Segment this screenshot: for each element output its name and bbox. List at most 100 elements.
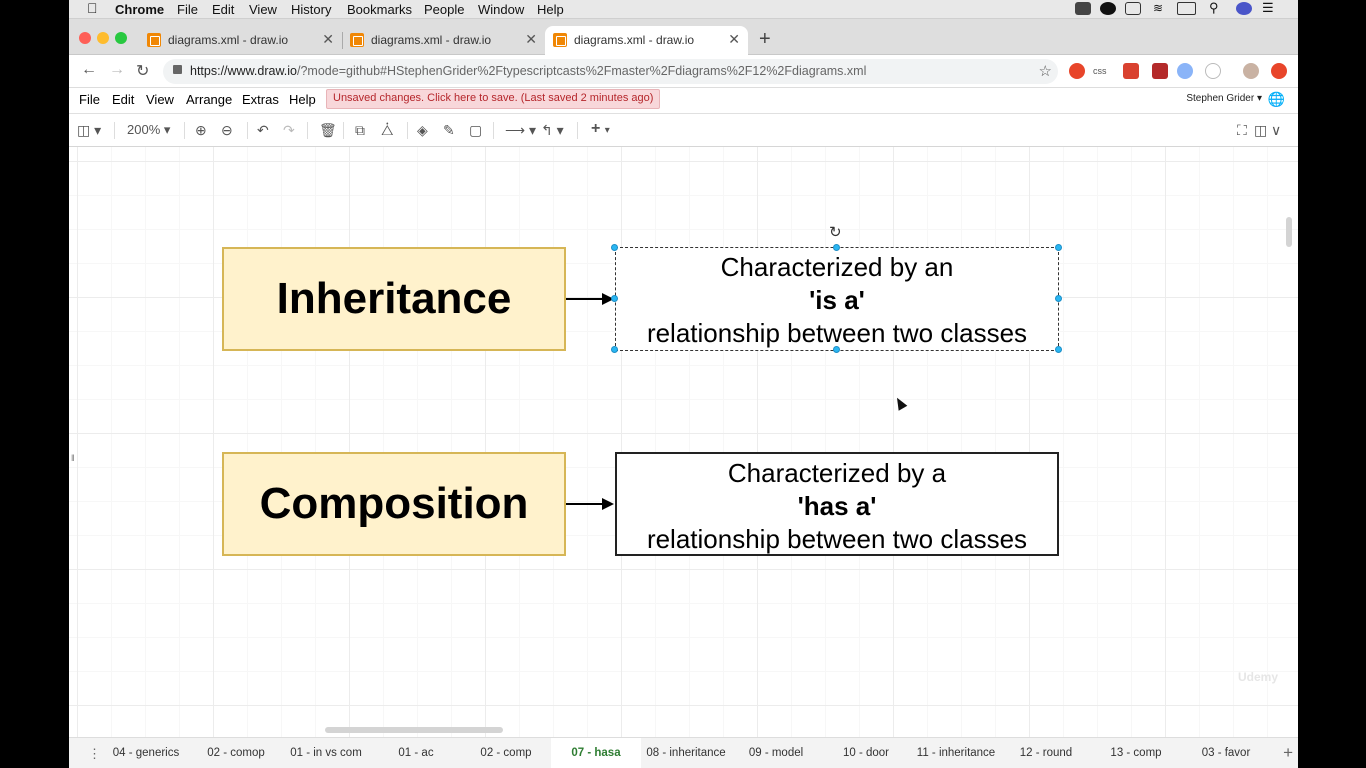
extension-icon[interactable]	[1152, 63, 1168, 79]
menu-view[interactable]: View	[146, 92, 174, 107]
close-icon[interactable]: ✕	[322, 31, 334, 48]
address-bar[interactable]: https://www.draw.io/?mode=github#HStephe…	[163, 59, 1058, 84]
zoom-select[interactable]: 200% ▾	[127, 122, 170, 138]
undo-icon[interactable]: ↶	[257, 122, 269, 139]
url-text[interactable]: https://www.draw.io/?mode=github#HStephe…	[190, 64, 866, 78]
format-panel-icon[interactable]: ◫ ▾	[77, 122, 101, 139]
apple-icon[interactable]: 	[87, 0, 98, 16]
menu-file[interactable]: File	[79, 92, 100, 107]
mac-menu-people[interactable]: People	[424, 2, 464, 17]
insert-plus-icon[interactable]: + ▾	[591, 120, 610, 138]
selection-handle[interactable]	[833, 346, 840, 353]
mac-menu-help[interactable]: Help	[537, 2, 564, 17]
mac-menu-history[interactable]: History	[291, 2, 331, 17]
forward-arrow-icon[interactable]: →	[109, 61, 125, 79]
close-icon[interactable]: ✕	[525, 31, 537, 48]
bookmark-star-icon[interactable]: ☆	[1039, 62, 1052, 80]
mac-app-name[interactable]: Chrome	[115, 2, 164, 17]
vertical-scrollbar[interactable]	[1286, 217, 1292, 247]
to-front-icon[interactable]: ⧉	[355, 122, 365, 139]
tray-app-icon[interactable]	[1075, 2, 1091, 15]
mac-menu-bookmarks[interactable]: Bookmarks	[347, 2, 412, 17]
obs-icon[interactable]	[1100, 2, 1116, 15]
wifi-icon[interactable]: ≋	[1150, 2, 1166, 15]
connection-style-icon[interactable]: ⟶ ▾	[505, 122, 536, 139]
selection-handle[interactable]	[611, 346, 618, 353]
arrow-connector[interactable]	[566, 298, 602, 300]
window-close-button[interactable]	[79, 32, 91, 44]
page-tab[interactable]: 13 - comp	[1091, 738, 1181, 768]
composition-box[interactable]: Composition	[222, 452, 566, 556]
menu-help[interactable]: Help	[289, 92, 316, 107]
glasses-icon[interactable]	[1125, 2, 1141, 15]
line-color-icon[interactable]: ✎	[443, 122, 455, 139]
resize-handle-icon[interactable]: ‖	[71, 453, 75, 463]
arrow-connector[interactable]	[566, 503, 602, 505]
back-arrow-icon[interactable]: ←	[81, 61, 97, 79]
extension-icon[interactable]	[1177, 63, 1193, 79]
shadow-icon[interactable]: ▢	[469, 122, 482, 139]
page-tab[interactable]: 01 - in vs com	[281, 738, 371, 768]
waypoints-icon[interactable]: ↰ ▾	[541, 122, 564, 139]
redo-icon[interactable]: ↷	[283, 122, 295, 139]
page-tab-active[interactable]: 07 - hasa	[551, 738, 641, 768]
page-tab[interactable]: 11 - inheritance	[911, 738, 1001, 768]
browser-tab[interactable]: diagrams.xml - draw.io ✕	[342, 26, 545, 55]
diagram-canvas[interactable]: ‖ ↻ Inheritance Characterized by an 'is …	[69, 147, 1298, 737]
delete-icon[interactable]: 🗑	[319, 122, 337, 139]
new-tab-button[interactable]: +	[759, 28, 771, 51]
selection-handle[interactable]	[1055, 346, 1062, 353]
horizontal-scrollbar[interactable]	[325, 727, 503, 733]
window-zoom-button[interactable]	[115, 32, 127, 44]
page-tab[interactable]: 12 - round	[1001, 738, 1091, 768]
extension-icon[interactable]	[1271, 63, 1287, 79]
profile-avatar[interactable]	[1243, 63, 1259, 79]
unsaved-changes-notice[interactable]: Unsaved changes. Click here to save. (La…	[326, 89, 661, 109]
page-tab[interactable]: 02 - comop	[191, 738, 281, 768]
page-tab[interactable]: 03 - favor	[1181, 738, 1271, 768]
window-minimize-button[interactable]	[97, 32, 109, 44]
extension-icon[interactable]	[1205, 63, 1221, 79]
is-a-description-box[interactable]: Characterized by an 'is a' relationship …	[615, 247, 1059, 351]
menu-arrange[interactable]: Arrange	[186, 92, 232, 107]
siri-icon[interactable]	[1236, 2, 1252, 15]
zoom-out-icon[interactable]: ⊖	[221, 122, 233, 139]
to-back-icon[interactable]: ⧊	[381, 122, 394, 139]
rotate-handle-icon[interactable]: ↻	[829, 223, 842, 241]
mac-menu-window[interactable]: Window	[478, 2, 524, 17]
page-tab[interactable]: 02 - comp	[461, 738, 551, 768]
globe-icon[interactable]: 🌐	[1268, 91, 1285, 108]
extension-icon[interactable]	[1069, 63, 1085, 79]
mac-menu-file[interactable]: File	[177, 2, 198, 17]
collapse-icon[interactable]: ∨	[1271, 122, 1281, 139]
fullscreen-icon[interactable]: ⛶	[1237, 122, 1247, 139]
page-tab[interactable]: 01 - ac	[371, 738, 461, 768]
selection-handle[interactable]	[833, 244, 840, 251]
selection-handle[interactable]	[1055, 295, 1062, 302]
browser-tab-active[interactable]: diagrams.xml - draw.io ✕	[545, 26, 748, 55]
page-tab[interactable]: 04 - generics	[101, 738, 191, 768]
reload-icon[interactable]: ↻	[136, 61, 149, 81]
mac-menu-edit[interactable]: Edit	[212, 2, 234, 17]
inheritance-box[interactable]: Inheritance	[222, 247, 566, 351]
selection-handle[interactable]	[1055, 244, 1062, 251]
menu-extras[interactable]: Extras	[242, 92, 279, 107]
menu-edit[interactable]: Edit	[112, 92, 134, 107]
browser-tab[interactable]: diagrams.xml - draw.io ✕	[139, 26, 343, 55]
close-icon[interactable]: ✕	[728, 31, 740, 48]
zoom-in-icon[interactable]: ⊕	[195, 122, 207, 139]
page-tab[interactable]: 08 - inheritance	[641, 738, 731, 768]
page-tab[interactable]: 10 - door	[821, 738, 911, 768]
extension-icon[interactable]	[1123, 63, 1139, 79]
has-a-description-box[interactable]: Characterized by a 'has a' relationship …	[615, 452, 1059, 556]
user-name[interactable]: Stephen Grider ▾	[1186, 93, 1262, 104]
format-toggle-icon[interactable]: ◫	[1254, 122, 1267, 139]
selection-handle[interactable]	[611, 244, 618, 251]
selection-handle[interactable]	[611, 295, 618, 302]
battery-icon[interactable]	[1177, 2, 1196, 15]
pages-menu-icon[interactable]: ⋮	[88, 746, 101, 762]
notification-center-icon[interactable]: ☰	[1262, 1, 1278, 15]
css-extension-icon[interactable]: css	[1093, 66, 1109, 82]
fill-color-icon[interactable]: ◈	[417, 122, 428, 139]
mac-menu-view[interactable]: View	[249, 2, 277, 17]
